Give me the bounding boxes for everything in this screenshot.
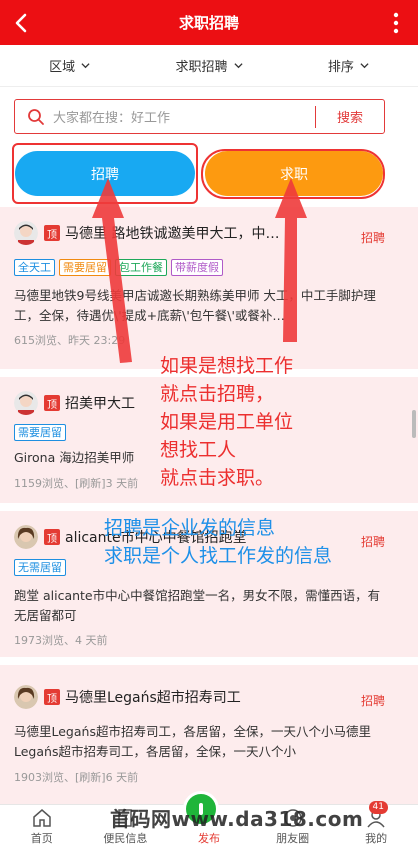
circle-icon bbox=[283, 809, 302, 827]
tag: 包工作餐 bbox=[115, 259, 167, 276]
search-icon bbox=[28, 108, 44, 125]
annotation-blue: 招聘是企业发的信息 求职是个人找工作发的信息 bbox=[104, 514, 332, 570]
item-type: 招聘 bbox=[360, 535, 385, 549]
tag: 带薪度假 bbox=[171, 259, 223, 276]
annotation-line: 就点击求职。 bbox=[160, 467, 275, 489]
nav-info[interactable]: 便民信息 bbox=[84, 805, 168, 849]
notification-badge: 41 bbox=[368, 801, 388, 814]
item-title: 招美甲大工 bbox=[65, 396, 135, 412]
item-title: 马德里Legańs超市招寿司工 bbox=[65, 690, 241, 706]
nav-home[interactable]: 首页 bbox=[0, 805, 84, 849]
tag-list: 无需居留 bbox=[14, 559, 66, 576]
item-header: 顶 马德里 路地铁诚邀美甲大工，中… bbox=[14, 221, 279, 245]
divider bbox=[0, 657, 418, 665]
search-box: 大家都在搜：好工作 搜索 bbox=[14, 99, 385, 134]
tag-list: 全天工 需要居留 包工作餐 带薪度假 bbox=[14, 259, 223, 276]
annotation-line: 求职是个人找工作发的信息 bbox=[104, 545, 333, 567]
item-description: 马德里地铁9号线美甲店诚邀长期熟练美甲师 大工，中工手脚护理工，全保，待遇优\'… bbox=[14, 288, 376, 323]
more-options-icon[interactable] bbox=[382, 9, 410, 37]
item-description: 跑堂 alicante市中心中餐馆招跑堂一名，男女不限，需懂西语，有无居留都可 bbox=[14, 588, 381, 623]
page-title: 求职招聘 bbox=[178, 14, 239, 32]
tag: 需要居留 bbox=[14, 424, 66, 441]
top-badge: 顶 bbox=[44, 225, 60, 241]
item-type: 招聘 bbox=[360, 231, 385, 245]
tag-list: 需要居留 bbox=[14, 424, 66, 441]
annotation-line: 想找工人 bbox=[160, 439, 237, 461]
avatar bbox=[14, 391, 38, 415]
item-meta: 1973浏览、4 天前 bbox=[14, 634, 108, 647]
top-badge: 顶 bbox=[44, 395, 60, 411]
item-meta: 1159浏览、[刷新]3 天前 bbox=[14, 477, 139, 490]
plus-icon bbox=[199, 803, 203, 815]
item-meta: 615浏览、昨天 23:29 bbox=[14, 334, 126, 347]
filter-label: 排序 bbox=[327, 60, 354, 75]
filter-bar: 区域 求职招聘 排序 bbox=[0, 45, 418, 87]
avatar bbox=[14, 685, 38, 709]
search-button[interactable]: 搜索 bbox=[316, 107, 384, 126]
nav-label: 我的 bbox=[365, 832, 388, 845]
top-badge: 顶 bbox=[44, 529, 60, 545]
post-list: 顶 马德里 路地铁诚邀美甲大工，中… 招聘 全天工 需要居留 包工作餐 带薪度假… bbox=[0, 207, 418, 804]
nav-moments[interactable]: 朋友圈 bbox=[251, 805, 335, 849]
item-meta: 1903浏览、[刷新]6 天前 bbox=[14, 771, 139, 784]
publish-button[interactable] bbox=[183, 791, 219, 827]
item-description: 马德里Legańs超市招寿司工，各居留，全保，一天八个小马德里Legańs超市招… bbox=[14, 724, 371, 759]
scrollbar[interactable] bbox=[412, 410, 416, 438]
top-badge: 顶 bbox=[44, 689, 60, 705]
list-item[interactable]: 顶 马德里Legańs超市招寿司工 招聘 马德里Legańs超市招寿司工，各居留… bbox=[0, 665, 418, 804]
top-bar: 求职招聘 bbox=[0, 0, 418, 45]
chevron-down-icon bbox=[81, 63, 90, 69]
chevron-down-icon bbox=[360, 63, 369, 69]
search-input[interactable]: 大家都在搜：好工作 bbox=[53, 107, 315, 126]
annotation-red: 如果是想找工作 就点击招聘， 如果是用工单位 想找工人 就点击求职。 bbox=[160, 352, 293, 492]
nav-label: 便民信息 bbox=[103, 832, 148, 845]
chevron-down-icon bbox=[233, 63, 243, 69]
tag: 全天工 bbox=[14, 259, 55, 276]
filter-sort[interactable]: 排序 bbox=[279, 45, 418, 86]
nav-me[interactable]: 我的 41 bbox=[334, 801, 418, 849]
item-type: 招聘 bbox=[360, 694, 385, 708]
item-header: 顶 招美甲大工 bbox=[14, 391, 135, 415]
list-item[interactable]: 顶 马德里 路地铁诚邀美甲大工，中… 招聘 全天工 需要居留 包工作餐 带薪度假… bbox=[0, 207, 418, 369]
annotation-line: 招聘是企业发的信息 bbox=[104, 517, 276, 539]
home-icon bbox=[33, 809, 51, 827]
tag: 需要居留 bbox=[59, 259, 111, 276]
annotation-line: 就点击招聘， bbox=[160, 383, 275, 405]
filter-label: 区域 bbox=[49, 60, 76, 75]
divider bbox=[0, 503, 418, 511]
annotation-line: 如果是用工单位 bbox=[160, 411, 294, 433]
document-icon bbox=[118, 809, 133, 827]
nav-label: 发布 bbox=[197, 832, 220, 845]
tag: 无需居留 bbox=[14, 559, 66, 576]
filter-region[interactable]: 区域 bbox=[0, 45, 139, 86]
job-seek-button[interactable]: 求职 bbox=[205, 151, 383, 196]
filter-category[interactable]: 求职招聘 bbox=[139, 45, 278, 86]
back-arrow-icon[interactable] bbox=[8, 9, 36, 37]
nav-label: 朋友圈 bbox=[276, 832, 310, 845]
item-title: 马德里 路地铁诚邀美甲大工，中… bbox=[65, 226, 280, 242]
annotation-line: 如果是想找工作 bbox=[160, 355, 294, 377]
nav-label: 首页 bbox=[30, 832, 53, 845]
recruit-button[interactable]: 招聘 bbox=[15, 151, 195, 196]
avatar bbox=[14, 221, 38, 245]
avatar bbox=[14, 525, 38, 549]
filter-label: 求职招聘 bbox=[175, 60, 228, 75]
item-header: 顶 马德里Legańs超市招寿司工 bbox=[14, 685, 241, 709]
